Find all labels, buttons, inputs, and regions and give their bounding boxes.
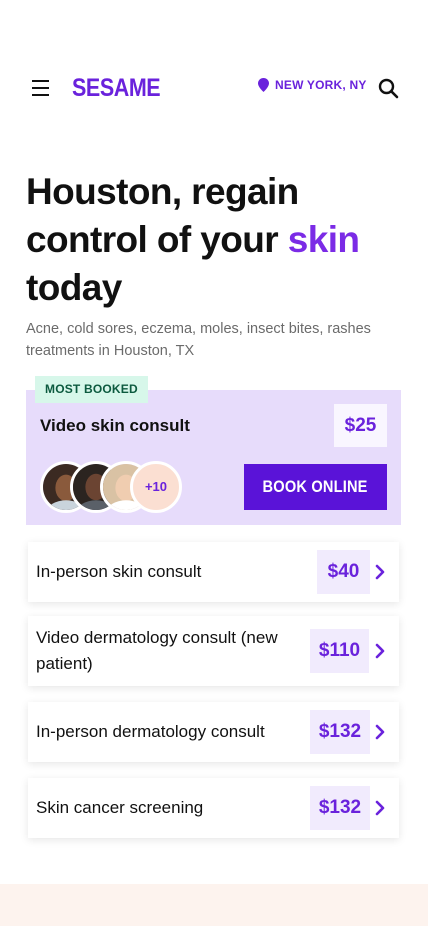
- featured-service-price: $25: [334, 404, 387, 447]
- more-providers-count: +10: [130, 461, 182, 513]
- location-label: NEW YORK, NY: [275, 78, 367, 92]
- service-row-video-dermatology-consult[interactable]: Video dermatology consult (new patient) …: [28, 616, 399, 686]
- chevron-right-icon: [375, 800, 385, 816]
- book-online-label: BOOK ONLINE: [262, 477, 369, 496]
- chevron-right-icon: [375, 724, 385, 740]
- search-icon[interactable]: [378, 78, 399, 99]
- service-price: $132: [310, 786, 370, 830]
- title-accent: skin: [287, 219, 360, 260]
- book-online-button[interactable]: BOOK ONLINE: [244, 464, 387, 510]
- footer-band: [0, 884, 428, 926]
- service-name: In-person skin consult: [36, 562, 202, 581]
- pin-icon: [258, 78, 269, 92]
- title-part1: Houston, regain control of your: [26, 171, 299, 260]
- service-row-in-person-dermatology-consult[interactable]: In-person dermatology consult $132: [28, 702, 399, 762]
- service-price: $132: [310, 710, 370, 754]
- service-name: Skin cancer screening: [36, 798, 204, 817]
- page-title: Houston, regain control of your skin tod…: [26, 168, 406, 312]
- menu-icon[interactable]: [32, 80, 49, 96]
- service-name: In-person dermatology consult: [36, 722, 265, 741]
- title-part2: today: [26, 267, 122, 308]
- most-booked-badge: MOST BOOKED: [35, 376, 148, 403]
- chevron-right-icon: [375, 643, 385, 659]
- service-price: $40: [317, 550, 370, 594]
- service-price: $110: [310, 629, 369, 673]
- top-nav: SESAME NEW YORK, NY: [0, 70, 428, 108]
- location-selector[interactable]: NEW YORK, NY: [258, 78, 367, 92]
- provider-avatars: +10: [40, 461, 182, 513]
- service-row-in-person-skin-consult[interactable]: In-person skin consult $40: [28, 542, 399, 602]
- hero-section: Houston, regain control of your skin tod…: [26, 168, 406, 312]
- chevron-right-icon: [375, 564, 385, 580]
- featured-service-title: Video skin consult: [40, 416, 190, 435]
- sesame-logo[interactable]: SESAME: [72, 74, 161, 103]
- service-row-skin-cancer-screening[interactable]: Skin cancer screening $132: [28, 778, 399, 838]
- featured-service-card[interactable]: MOST BOOKED Video skin consult $25 +10 B…: [26, 376, 401, 525]
- service-name: Video dermatology consult (new patient): [36, 628, 278, 673]
- page-subtitle: Acne, cold sores, eczema, moles, insect …: [26, 321, 371, 359]
